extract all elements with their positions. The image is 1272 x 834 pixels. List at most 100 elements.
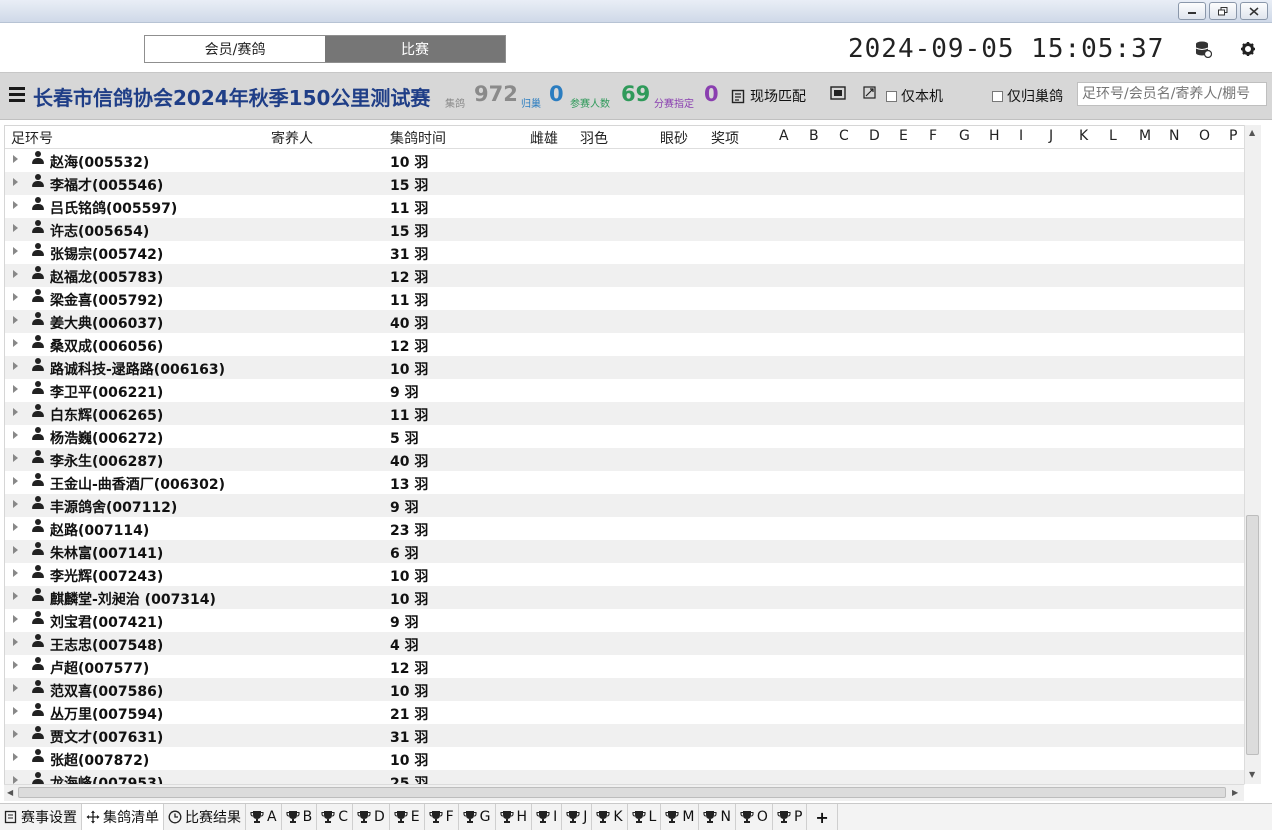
local-only-checkbox[interactable]: 仅本机 xyxy=(886,86,943,106)
tab-award-7[interactable]: E xyxy=(390,804,425,830)
expand-row-icon[interactable] xyxy=(13,408,18,416)
column-header-18[interactable]: L xyxy=(1109,128,1117,144)
expand-row-icon[interactable] xyxy=(13,661,18,669)
column-header-20[interactable]: N xyxy=(1169,128,1179,144)
table-row[interactable]: 白东辉(006265) 11 羽 xyxy=(5,402,1245,425)
tab-award-4[interactable]: B xyxy=(282,804,318,830)
onsite-match-button[interactable]: 现场匹配 xyxy=(731,86,806,106)
fullscreen-button[interactable] xyxy=(830,86,846,100)
column-header-15[interactable]: I xyxy=(1019,128,1023,144)
table-row[interactable]: 贾文才(007631) 31 羽 xyxy=(5,724,1245,747)
table-row[interactable]: 路诚科技-逯路路(006163) 10 羽 xyxy=(5,356,1245,379)
toggle-race-tab[interactable]: 比赛 xyxy=(325,36,505,62)
tab-award-11[interactable]: I xyxy=(532,804,563,830)
column-header-13[interactable]: G xyxy=(959,128,970,144)
table-row[interactable]: 许志(005654) 15 羽 xyxy=(5,218,1245,241)
table-row[interactable]: 赵路(007114) 23 羽 xyxy=(5,517,1245,540)
returned-only-checkbox[interactable]: 仅归巢鸽 xyxy=(992,86,1063,106)
table-row[interactable]: 李光辉(007243) 10 羽 xyxy=(5,563,1245,586)
restore-button[interactable] xyxy=(1209,2,1237,20)
column-header-4[interactable]: 羽色 xyxy=(580,128,608,148)
horizontal-scroll-thumb[interactable] xyxy=(18,787,1226,798)
returned-only-check[interactable] xyxy=(992,90,1003,102)
scroll-right-icon[interactable]: ▶ xyxy=(1232,788,1238,797)
tab-award-3[interactable]: A xyxy=(246,804,282,830)
expand-row-icon[interactable] xyxy=(13,569,18,577)
table-row[interactable]: 桑双成(006056) 12 羽 xyxy=(5,333,1245,356)
resize-button[interactable] xyxy=(863,86,876,99)
table-row[interactable]: 丛万里(007594) 21 羽 xyxy=(5,701,1245,724)
tab-award-8[interactable]: F xyxy=(425,804,459,830)
horizontal-scrollbar[interactable]: ◀ ▶ xyxy=(4,784,1244,801)
table-row[interactable]: 李永生(006287) 40 羽 xyxy=(5,448,1245,471)
column-header-22[interactable]: P xyxy=(1229,128,1237,144)
expand-row-icon[interactable] xyxy=(13,362,18,370)
minimize-button[interactable] xyxy=(1178,2,1206,20)
tab-0[interactable]: 赛事设置 xyxy=(0,804,82,830)
vertical-scroll-thumb[interactable] xyxy=(1246,515,1259,755)
table-row[interactable]: 李卫平(006221) 9 羽 xyxy=(5,379,1245,402)
table-row[interactable]: 王志忠(007548) 4 羽 xyxy=(5,632,1245,655)
column-header-14[interactable]: H xyxy=(989,128,1000,144)
expand-row-icon[interactable] xyxy=(13,730,18,738)
column-header-3[interactable]: 雌雄 xyxy=(530,128,558,148)
tab-award-6[interactable]: D xyxy=(353,804,390,830)
tab-award-16[interactable]: N xyxy=(699,804,736,830)
table-row[interactable]: 梁金喜(005792) 11 羽 xyxy=(5,287,1245,310)
table-row[interactable]: 刘宝君(007421) 9 羽 xyxy=(5,609,1245,632)
database-button[interactable] xyxy=(1194,40,1212,58)
column-header-0[interactable]: 足环号 xyxy=(11,128,53,148)
tab-award-18[interactable]: P xyxy=(773,804,808,830)
column-header-11[interactable]: E xyxy=(899,128,908,144)
column-header-9[interactable]: C xyxy=(839,128,849,144)
vertical-scrollbar[interactable]: ▲ ▼ xyxy=(1244,125,1261,784)
expand-row-icon[interactable] xyxy=(13,385,18,393)
close-window-button[interactable] xyxy=(1240,2,1268,20)
settings-button[interactable] xyxy=(1239,40,1257,58)
table-row[interactable]: 吕氏铭鸽(005597) 11 羽 xyxy=(5,195,1245,218)
tab-19[interactable]: + xyxy=(807,804,838,830)
table-row[interactable]: 朱林富(007141) 6 羽 xyxy=(5,540,1245,563)
expand-row-icon[interactable] xyxy=(13,316,18,324)
expand-row-icon[interactable] xyxy=(13,638,18,646)
tab-award-14[interactable]: L xyxy=(628,804,662,830)
table-row[interactable]: 卢超(007577) 12 羽 xyxy=(5,655,1245,678)
expand-row-icon[interactable] xyxy=(13,155,18,163)
local-only-check[interactable] xyxy=(886,90,897,102)
table-row[interactable]: 张超(007872) 10 羽 xyxy=(5,747,1245,770)
table-row[interactable]: 丰源鸽舍(007112) 9 羽 xyxy=(5,494,1245,517)
tab-2[interactable]: 比赛结果 xyxy=(164,804,246,830)
table-row[interactable]: 王金山-曲香酒厂(006302) 13 羽 xyxy=(5,471,1245,494)
expand-row-icon[interactable] xyxy=(13,776,18,784)
toggle-member-tab[interactable]: 会员/赛鸽 xyxy=(145,36,325,62)
expand-row-icon[interactable] xyxy=(13,178,18,186)
scroll-left-icon[interactable]: ◀ xyxy=(7,788,13,797)
table-row[interactable]: 杨浩巍(006272) 5 羽 xyxy=(5,425,1245,448)
column-header-21[interactable]: O xyxy=(1199,128,1210,144)
tab-award-13[interactable]: K xyxy=(592,804,628,830)
table-row[interactable]: 李福才(005546) 15 羽 xyxy=(5,172,1245,195)
expand-row-icon[interactable] xyxy=(13,684,18,692)
expand-row-icon[interactable] xyxy=(13,247,18,255)
table-row[interactable]: 麒麟堂-刘昶治 (007314) 10 羽 xyxy=(5,586,1245,609)
table-row[interactable]: 姜大典(006037) 40 羽 xyxy=(5,310,1245,333)
expand-row-icon[interactable] xyxy=(13,500,18,508)
tab-award-10[interactable]: H xyxy=(496,804,533,830)
table-row[interactable]: 赵福龙(005783) 12 羽 xyxy=(5,264,1245,287)
table-row[interactable]: 范双喜(007586) 10 羽 xyxy=(5,678,1245,701)
column-header-6[interactable]: 奖项 xyxy=(711,128,739,148)
expand-row-icon[interactable] xyxy=(13,592,18,600)
tab-award-5[interactable]: C xyxy=(317,804,353,830)
expand-row-icon[interactable] xyxy=(13,201,18,209)
tab-award-17[interactable]: O xyxy=(736,804,773,830)
expand-row-icon[interactable] xyxy=(13,454,18,462)
expand-row-icon[interactable] xyxy=(13,293,18,301)
tab-1[interactable]: 集鸽清单 xyxy=(82,804,164,830)
tab-award-12[interactable]: J xyxy=(562,804,593,830)
scroll-down-icon[interactable]: ▼ xyxy=(1249,770,1255,779)
expand-row-icon[interactable] xyxy=(13,270,18,278)
menu-icon[interactable] xyxy=(9,87,25,103)
expand-row-icon[interactable] xyxy=(13,224,18,232)
column-header-12[interactable]: F xyxy=(929,128,937,144)
scroll-up-icon[interactable]: ▲ xyxy=(1249,128,1255,137)
